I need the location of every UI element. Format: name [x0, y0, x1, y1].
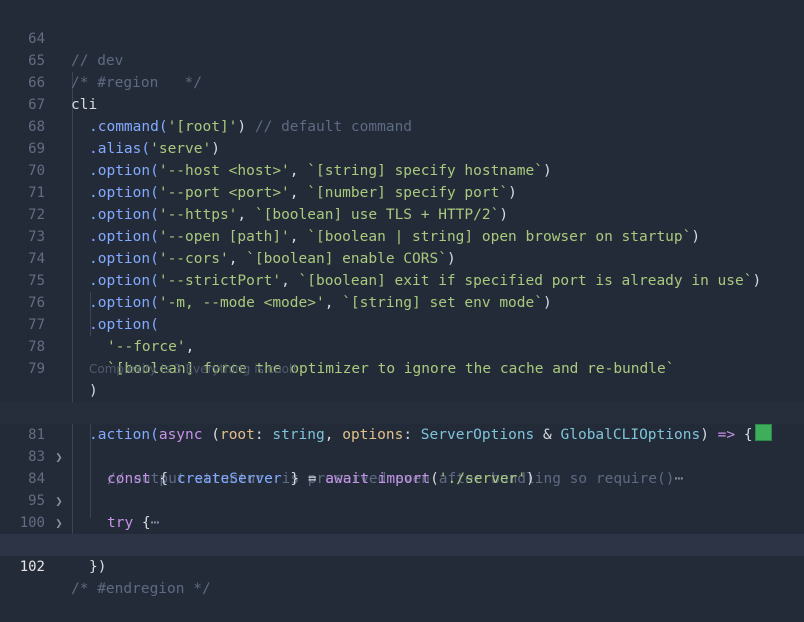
code-line[interactable]: 70 .option('--port <port>', `[number] sp…: [0, 138, 804, 201]
code-line[interactable]: 79 ): [0, 336, 804, 399]
code-line[interactable]: 71 .option('--https', `[boolean] use TLS…: [0, 160, 804, 223]
code-line[interactable]: 95 ❯ } catch (e) {⋯: [0, 468, 804, 553]
code-line[interactable]: 73 .option('--cors', `[boolean] enable C…: [0, 204, 804, 267]
code-line-current[interactable]: 102 /* #endregion */: [0, 534, 804, 597]
code-line[interactable]: 69 .option('--host <host>', `[string] sp…: [0, 116, 804, 179]
code-line[interactable]: 84 ❯ try {⋯: [0, 446, 804, 531]
code-line[interactable]: 78 `[boolean] force the optimizer to ign…: [0, 314, 804, 377]
code-line[interactable]: 65 /* #region */: [0, 28, 804, 91]
code-line[interactable]: 68 .alias('serve'): [0, 94, 804, 157]
code-line[interactable]: 77 '--force',: [0, 292, 804, 355]
code-line[interactable]: 75 .option('-m, --mode <mode>', `[string…: [0, 248, 804, 311]
code-line[interactable]: 101 }): [0, 512, 804, 575]
code-line[interactable]: 100 }: [0, 490, 804, 553]
code-lens[interactable]: Complexity is 3 Everything is cool!: [89, 358, 297, 380]
code-line[interactable]: 72 .option('--open [path]', `[boolean | …: [0, 182, 804, 245]
code-comment: /* #endregion */: [71, 581, 211, 597]
code-line[interactable]: 64 // dev: [0, 6, 804, 69]
code-line[interactable]: 83 const { createServer } = await import…: [0, 424, 804, 487]
code-line[interactable]: 80 .action(async (root: string, options:…: [0, 380, 804, 443]
code-line[interactable]: 76 .option(: [0, 270, 804, 333]
code-editor[interactable]: 64 // dev 65 /* #region */ 66 cli 67 .co…: [0, 6, 804, 597]
code-line[interactable]: 74 .option('--strictPort', `[boolean] ex…: [0, 226, 804, 289]
code-line[interactable]: 67 .command('[root]') // default command: [0, 72, 804, 135]
code-text: }): [89, 559, 107, 575]
code-line[interactable]: 66 cli: [0, 50, 804, 113]
code-lens-row: Complexity is 3 Everything is cool!: [0, 358, 804, 380]
line-number: 102: [19, 559, 45, 575]
code-line[interactable]: 81 ❯ // output structure is preserved ev…: [0, 402, 804, 487]
